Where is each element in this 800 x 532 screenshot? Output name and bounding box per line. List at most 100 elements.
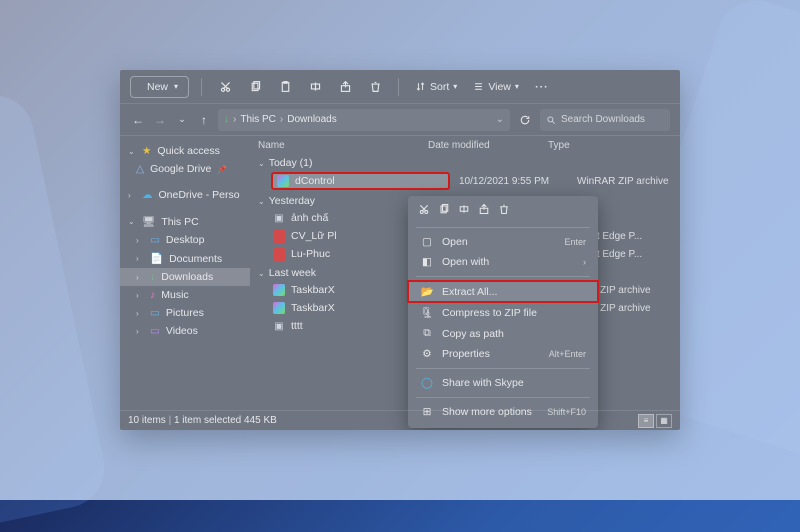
sidebar-pictures[interactable]: ›▭Pictures: [120, 304, 250, 322]
breadcrumb-root[interactable]: This PC: [240, 114, 276, 125]
sidebar-onedrive[interactable]: ›☁OneDrive - Perso: [120, 186, 250, 204]
documents-icon: 📄: [150, 252, 163, 265]
openwith-icon: ◧: [420, 256, 434, 268]
paste-icon: [279, 80, 292, 93]
file-row-dcontrol[interactable]: dControl 10/12/2021 9:55 PM WinRAR ZIP a…: [258, 171, 672, 191]
ctx-delete-button[interactable]: [498, 203, 510, 218]
recent-button[interactable]: ⌄: [174, 114, 190, 125]
ctx-share-button[interactable]: [478, 203, 490, 218]
sidebar-music[interactable]: ›♪Music: [120, 286, 250, 304]
properties-icon: ⚙: [420, 348, 434, 360]
group-today[interactable]: ⌄Today (1): [258, 155, 672, 171]
view-icon: [473, 81, 484, 92]
forward-button[interactable]: →: [152, 113, 168, 127]
col-date[interactable]: Date modified: [428, 140, 548, 151]
cut-icon: [219, 80, 232, 93]
search-input[interactable]: Search Downloads: [540, 109, 670, 131]
context-menu: ▢OpenEnter ◧Open with› 📂Extract All... 🗜…: [408, 196, 598, 428]
up-button[interactable]: ↑: [196, 113, 212, 127]
share-icon: [478, 203, 490, 215]
compress-icon: 🗜: [420, 306, 434, 319]
status-size: 445 KB: [244, 415, 277, 426]
downloads-icon: ↓: [150, 271, 155, 283]
sidebar-documents[interactable]: ›📄Documents: [120, 249, 250, 268]
ctx-skype[interactable]: ◯Share with Skype: [408, 373, 598, 393]
status-items: 10 items: [128, 415, 166, 426]
copypath-icon: ⧉: [420, 327, 434, 340]
copy-icon: [249, 80, 262, 93]
details-view-button[interactable]: ≡: [638, 414, 654, 428]
thumbnails-view-button[interactable]: ▦: [656, 414, 672, 428]
delete-icon: [498, 203, 510, 215]
copy-button[interactable]: [244, 76, 266, 98]
column-headers[interactable]: Name Date modified Type: [250, 136, 680, 153]
address-bar: ← → ⌄ ↑ ↓ › This PC › Downloads ⌄ Search…: [120, 104, 680, 136]
share-icon: [339, 80, 352, 93]
ctx-copy-button[interactable]: [438, 203, 450, 218]
delete-button[interactable]: [364, 76, 386, 98]
refresh-icon: [519, 114, 531, 126]
sidebar-this-pc[interactable]: ⌄🖥This PC: [120, 212, 250, 231]
downloads-icon: ↓: [224, 114, 229, 125]
copy-icon: [438, 203, 450, 215]
pdf-icon: [272, 247, 286, 261]
chevron-right-icon: ›: [583, 257, 586, 267]
sidebar-desktop[interactable]: ›▭Desktop: [120, 231, 250, 249]
zip-icon: [276, 174, 290, 188]
col-type[interactable]: Type: [548, 140, 672, 151]
zip-icon: [272, 283, 286, 297]
pin-icon: 📌: [217, 165, 227, 174]
command-bar: New ▾ Sort ▾ View ▾ ···: [120, 70, 680, 104]
zip-icon: [272, 301, 286, 315]
refresh-button[interactable]: [516, 114, 534, 126]
chevron-down-icon: ▾: [174, 82, 178, 91]
cut-button[interactable]: [214, 76, 236, 98]
rename-icon: [458, 203, 470, 215]
ctx-rename-button[interactable]: [458, 203, 470, 218]
music-icon: ♪: [150, 289, 155, 301]
more-button[interactable]: ···: [531, 76, 553, 98]
col-name[interactable]: Name: [258, 140, 428, 151]
skype-icon: ◯: [420, 377, 434, 389]
explorer-window: New ▾ Sort ▾ View ▾ ··· ← → ⌄ ↑ ↓ › Th: [120, 70, 680, 430]
share-button[interactable]: [334, 76, 356, 98]
ctx-copy-path[interactable]: ⧉Copy as path: [408, 323, 598, 344]
file-list: Name Date modified Type ⌄Today (1) dCont…: [250, 136, 680, 410]
new-button[interactable]: New ▾: [130, 76, 189, 98]
sidebar-quick-access[interactable]: ⌄★Quick access: [120, 142, 250, 160]
search-icon: [546, 115, 556, 125]
view-button[interactable]: View ▾: [469, 78, 523, 96]
ctx-compress[interactable]: 🗜Compress to ZIP file: [408, 302, 598, 323]
ctx-extract-all[interactable]: 📂Extract All...: [408, 281, 598, 302]
desktop-icon: ▭: [150, 234, 160, 246]
pdf-icon: [272, 229, 286, 243]
new-label: New: [147, 81, 168, 93]
cut-icon: [418, 203, 430, 215]
back-button[interactable]: ←: [130, 113, 146, 127]
monitor-icon: 🖥: [142, 215, 155, 228]
paste-button[interactable]: [274, 76, 296, 98]
extract-icon: 📂: [420, 285, 434, 298]
sidebar-google-drive[interactable]: △Google Drive📌: [120, 160, 250, 178]
ctx-properties[interactable]: ⚙PropertiesAlt+Enter: [408, 344, 598, 364]
breadcrumb[interactable]: ↓ › This PC › Downloads ⌄: [218, 109, 510, 131]
ctx-open-with[interactable]: ◧Open with›: [408, 252, 598, 272]
videos-icon: ▭: [150, 325, 160, 337]
sidebar-videos[interactable]: ›▭Videos: [120, 322, 250, 340]
gdrive-icon: △: [136, 163, 144, 175]
delete-icon: [369, 80, 382, 93]
pictures-icon: ▭: [150, 307, 160, 319]
cloud-icon: ☁: [142, 189, 153, 201]
nav-pane: ⌄★Quick access △Google Drive📌 ›☁OneDrive…: [120, 136, 250, 410]
ctx-open[interactable]: ▢OpenEnter: [408, 232, 598, 252]
rename-button[interactable]: [304, 76, 326, 98]
ctx-cut-button[interactable]: [418, 203, 430, 218]
sort-button[interactable]: Sort ▾: [411, 78, 461, 96]
image-icon: ▣: [272, 211, 286, 225]
chevron-down-icon[interactable]: ⌄: [496, 114, 504, 125]
status-selected: 1 item selected: [174, 415, 241, 426]
breadcrumb-folder[interactable]: Downloads: [287, 114, 336, 125]
search-placeholder: Search Downloads: [561, 114, 645, 125]
sort-icon: [415, 81, 426, 92]
sidebar-downloads[interactable]: ›↓Downloads: [120, 268, 250, 286]
